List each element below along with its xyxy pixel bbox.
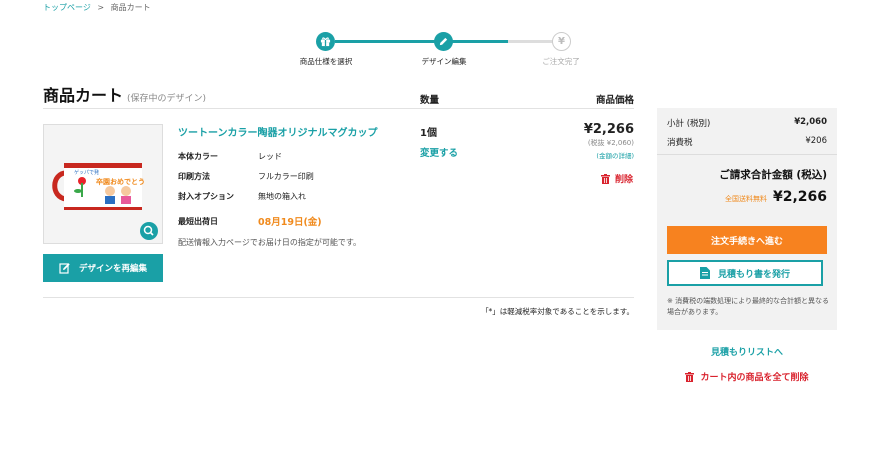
tax-value: ¥206 — [805, 136, 827, 146]
subtotal-value: ¥2,060 — [794, 117, 827, 127]
breadcrumb-current: 商品カート — [110, 3, 151, 12]
issue-estimate-button[interactable]: 見積もり書を発行 — [667, 260, 823, 286]
price-column-header: 商品価格 — [595, 95, 634, 106]
trash-icon — [685, 371, 695, 382]
rounding-note: ※ 消費税の端数処理により最終的な合計額と異なる場合があります。 — [667, 297, 829, 316]
product-thumbnail[interactable]: ゲッパで発 卒園おめでとう — [43, 124, 163, 244]
item-price: ¥2,266 — [583, 122, 634, 137]
quantity-value: 1個 — [420, 128, 437, 139]
cart-title-text: 商品カート — [43, 86, 124, 105]
delete-item-button[interactable]: 削除 — [601, 172, 633, 185]
ship-date-value: 08月19日(金) — [258, 217, 322, 228]
item-divider — [43, 297, 634, 298]
gift-icon — [320, 37, 331, 47]
document-icon — [699, 267, 710, 279]
change-quantity-link[interactable]: 変更する — [420, 145, 458, 159]
zoom-icon[interactable] — [140, 222, 158, 240]
mug-text-main: 卒園おめでとう — [96, 178, 145, 186]
step-3-circle: ¥ — [552, 32, 571, 51]
clear-cart-label: カート内の商品を全て削除 — [700, 373, 809, 383]
summary-divider — [657, 154, 837, 155]
breadcrumb-separator: > — [97, 3, 105, 12]
total-label: ご請求合計金額 (税込) — [719, 169, 827, 181]
spec-key: 本体カラー — [178, 152, 218, 161]
free-shipping-badge: 全国送料無料 — [725, 195, 767, 203]
ship-date-label: 最短出荷日 — [178, 217, 218, 226]
breadcrumb: トップページ > 商品カート — [43, 2, 151, 13]
product-name-link[interactable]: ツートーンカラー陶器オリジナルマグカップ — [178, 124, 378, 139]
subtotal-label: 小計 (税別) — [667, 119, 711, 129]
header-divider — [43, 108, 634, 109]
edit-design-button[interactable]: デザインを再編集 — [43, 254, 163, 282]
quantity-column-header: 数量 — [420, 95, 440, 106]
trash-icon — [601, 173, 610, 184]
item-price-ex-tax: (税抜 ¥2,060) — [587, 139, 634, 147]
checkout-button[interactable]: 注文手続きへ進む — [667, 226, 827, 254]
order-summary-panel: 小計 (税別) ¥2,060 消費税 ¥206 ご請求合計金額 (税込) 全国送… — [657, 108, 837, 330]
tax-row: 消費税 ¥206 — [667, 136, 827, 148]
step-2-label: デザイン編集 — [421, 57, 467, 66]
mug-text-top: ゲッパで発 — [74, 170, 100, 176]
total-value: ¥2,266 — [772, 189, 827, 205]
subtotal-row: 小計 (税別) ¥2,060 — [667, 117, 827, 129]
pencil-icon — [439, 37, 448, 46]
edit-design-label: デザインを再編集 — [78, 263, 147, 273]
step-1-label: 商品仕様を選択 — [299, 57, 353, 66]
spec-key: 封入オプション — [178, 192, 234, 201]
spec-value: レッド — [258, 152, 282, 161]
reduced-tax-note: 「*」は軽減税率対象であることを示します。 — [481, 307, 634, 316]
tax-label: 消費税 — [667, 138, 693, 148]
step-2-circle — [434, 32, 453, 51]
price-detail-link[interactable]: (金額の詳細) — [596, 150, 634, 160]
step-1-circle — [316, 32, 335, 51]
yen-icon: ¥ — [558, 36, 565, 47]
edit-icon — [59, 263, 70, 274]
spec-key: 印刷方法 — [178, 172, 210, 181]
estimate-list-link[interactable]: 見積もりリストへ — [657, 345, 837, 358]
ship-note: 配送情報入力ページでお届け日の指定が可能です。 — [178, 238, 362, 247]
cart-subtitle: (保存中のデザイン) — [127, 94, 207, 104]
breadcrumb-home-link[interactable]: トップページ — [43, 3, 91, 12]
page-title: 商品カート (保存中のデザイン) — [43, 82, 206, 106]
step-line-done — [335, 40, 508, 43]
spec-value: フルカラー印刷 — [258, 172, 314, 181]
delete-label: 削除 — [615, 175, 634, 185]
clear-cart-button[interactable]: カート内の商品を全て削除 — [657, 370, 837, 383]
spec-value: 無地の箱入れ — [258, 192, 306, 201]
step-3-label: ご注文完了 — [542, 57, 580, 66]
issue-estimate-label: 見積もり書を発行 — [717, 268, 790, 279]
